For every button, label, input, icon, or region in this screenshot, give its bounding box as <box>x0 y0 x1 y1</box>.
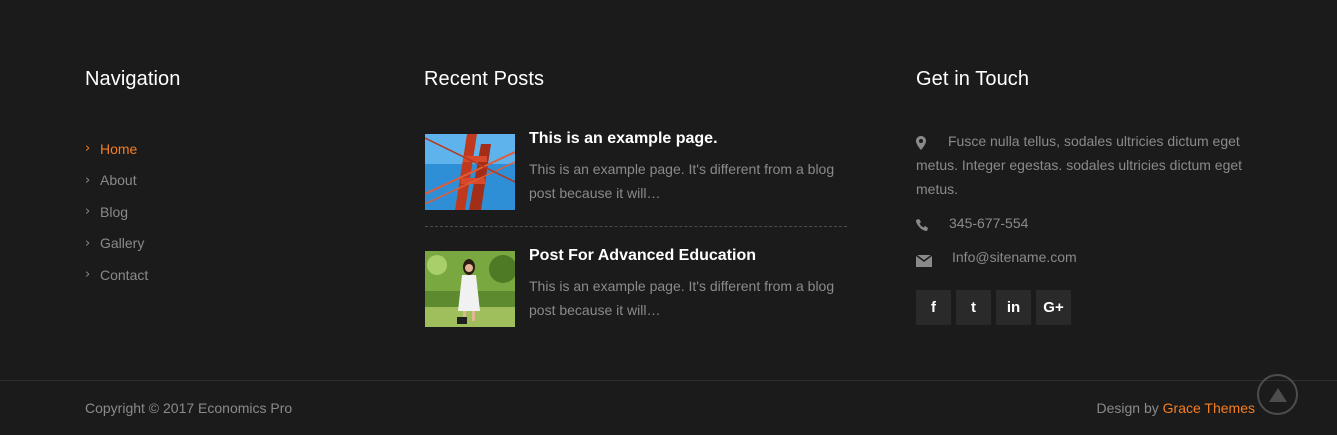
nav-item-label: Gallery <box>100 235 145 252</box>
contact-email: Info@sitename.com <box>915 245 1256 269</box>
envelope-icon <box>915 250 933 267</box>
site-footer: Navigation › Home › About › Blog › Galle… <box>0 0 1337 435</box>
chevron-right-icon: › <box>85 235 91 251</box>
address-text: Fusce nulla tellus, sodales ultricies di… <box>916 133 1243 197</box>
linkedin-icon[interactable]: in <box>996 290 1031 325</box>
chevron-right-icon: › <box>85 141 91 157</box>
contact-title: Get in Touch <box>916 68 1030 90</box>
design-credit: Design by Grace Themes <box>1097 400 1256 416</box>
twitter-icon[interactable]: t <box>956 290 991 325</box>
post-divider <box>425 226 847 227</box>
social-links: f t in G+ <box>916 290 1071 325</box>
post-title-link[interactable]: This is an example page. <box>529 130 718 148</box>
credit-prefix: Design by <box>1096 400 1159 416</box>
phone-text: 345-677-554 <box>949 215 1029 231</box>
navigation-title: Navigation <box>85 68 181 90</box>
back-to-top-button[interactable] <box>1257 374 1298 415</box>
footer-divider <box>0 380 1337 381</box>
chevron-right-icon: › <box>85 172 91 188</box>
contact-address: Fusce nulla tellus, sodales ultricies di… <box>916 129 1256 201</box>
recent-posts-title: Recent Posts <box>424 68 545 90</box>
post-title-link[interactable]: Post For Advanced Education <box>529 247 756 265</box>
credit-link[interactable]: Grace Themes <box>1163 400 1255 416</box>
chevron-right-icon: › <box>85 204 91 220</box>
nav-item-home[interactable]: › Home <box>85 133 148 165</box>
chevron-right-icon: › <box>85 267 91 283</box>
recent-post: Post For Advanced Education This is an e… <box>425 245 847 335</box>
email-text[interactable]: Info@sitename.com <box>916 249 1077 265</box>
map-marker-icon <box>916 133 932 150</box>
nav-item-contact[interactable]: › Contact <box>85 259 148 291</box>
post-thumbnail-student[interactable] <box>425 251 515 327</box>
footer-navigation: › Home › About › Blog › Gallery › Contac… <box>85 133 148 291</box>
post-thumbnail-bridge[interactable] <box>425 134 515 210</box>
nav-item-blog[interactable]: › Blog <box>85 196 148 228</box>
google-plus-icon[interactable]: G+ <box>1036 290 1071 325</box>
nav-item-label: Contact <box>100 266 149 283</box>
contact-phone: 345-677-554 <box>916 211 1256 235</box>
nav-item-gallery[interactable]: › Gallery <box>85 228 148 260</box>
post-excerpt: This is an example page. It's different … <box>529 278 835 318</box>
nav-item-label: About <box>100 172 137 189</box>
nav-item-label: Blog <box>100 203 129 220</box>
post-excerpt: This is an example page. It's different … <box>529 161 835 201</box>
nav-item-label: Home <box>100 140 138 157</box>
arrow-up-icon <box>1268 387 1287 402</box>
recent-post: This is an example page. This is an exam… <box>425 128 847 218</box>
nav-item-about[interactable]: › About <box>85 165 148 197</box>
phone-icon <box>916 215 932 231</box>
copyright-text: Copyright © 2017 Economics Pro <box>85 400 293 416</box>
facebook-icon[interactable]: f <box>916 290 951 325</box>
